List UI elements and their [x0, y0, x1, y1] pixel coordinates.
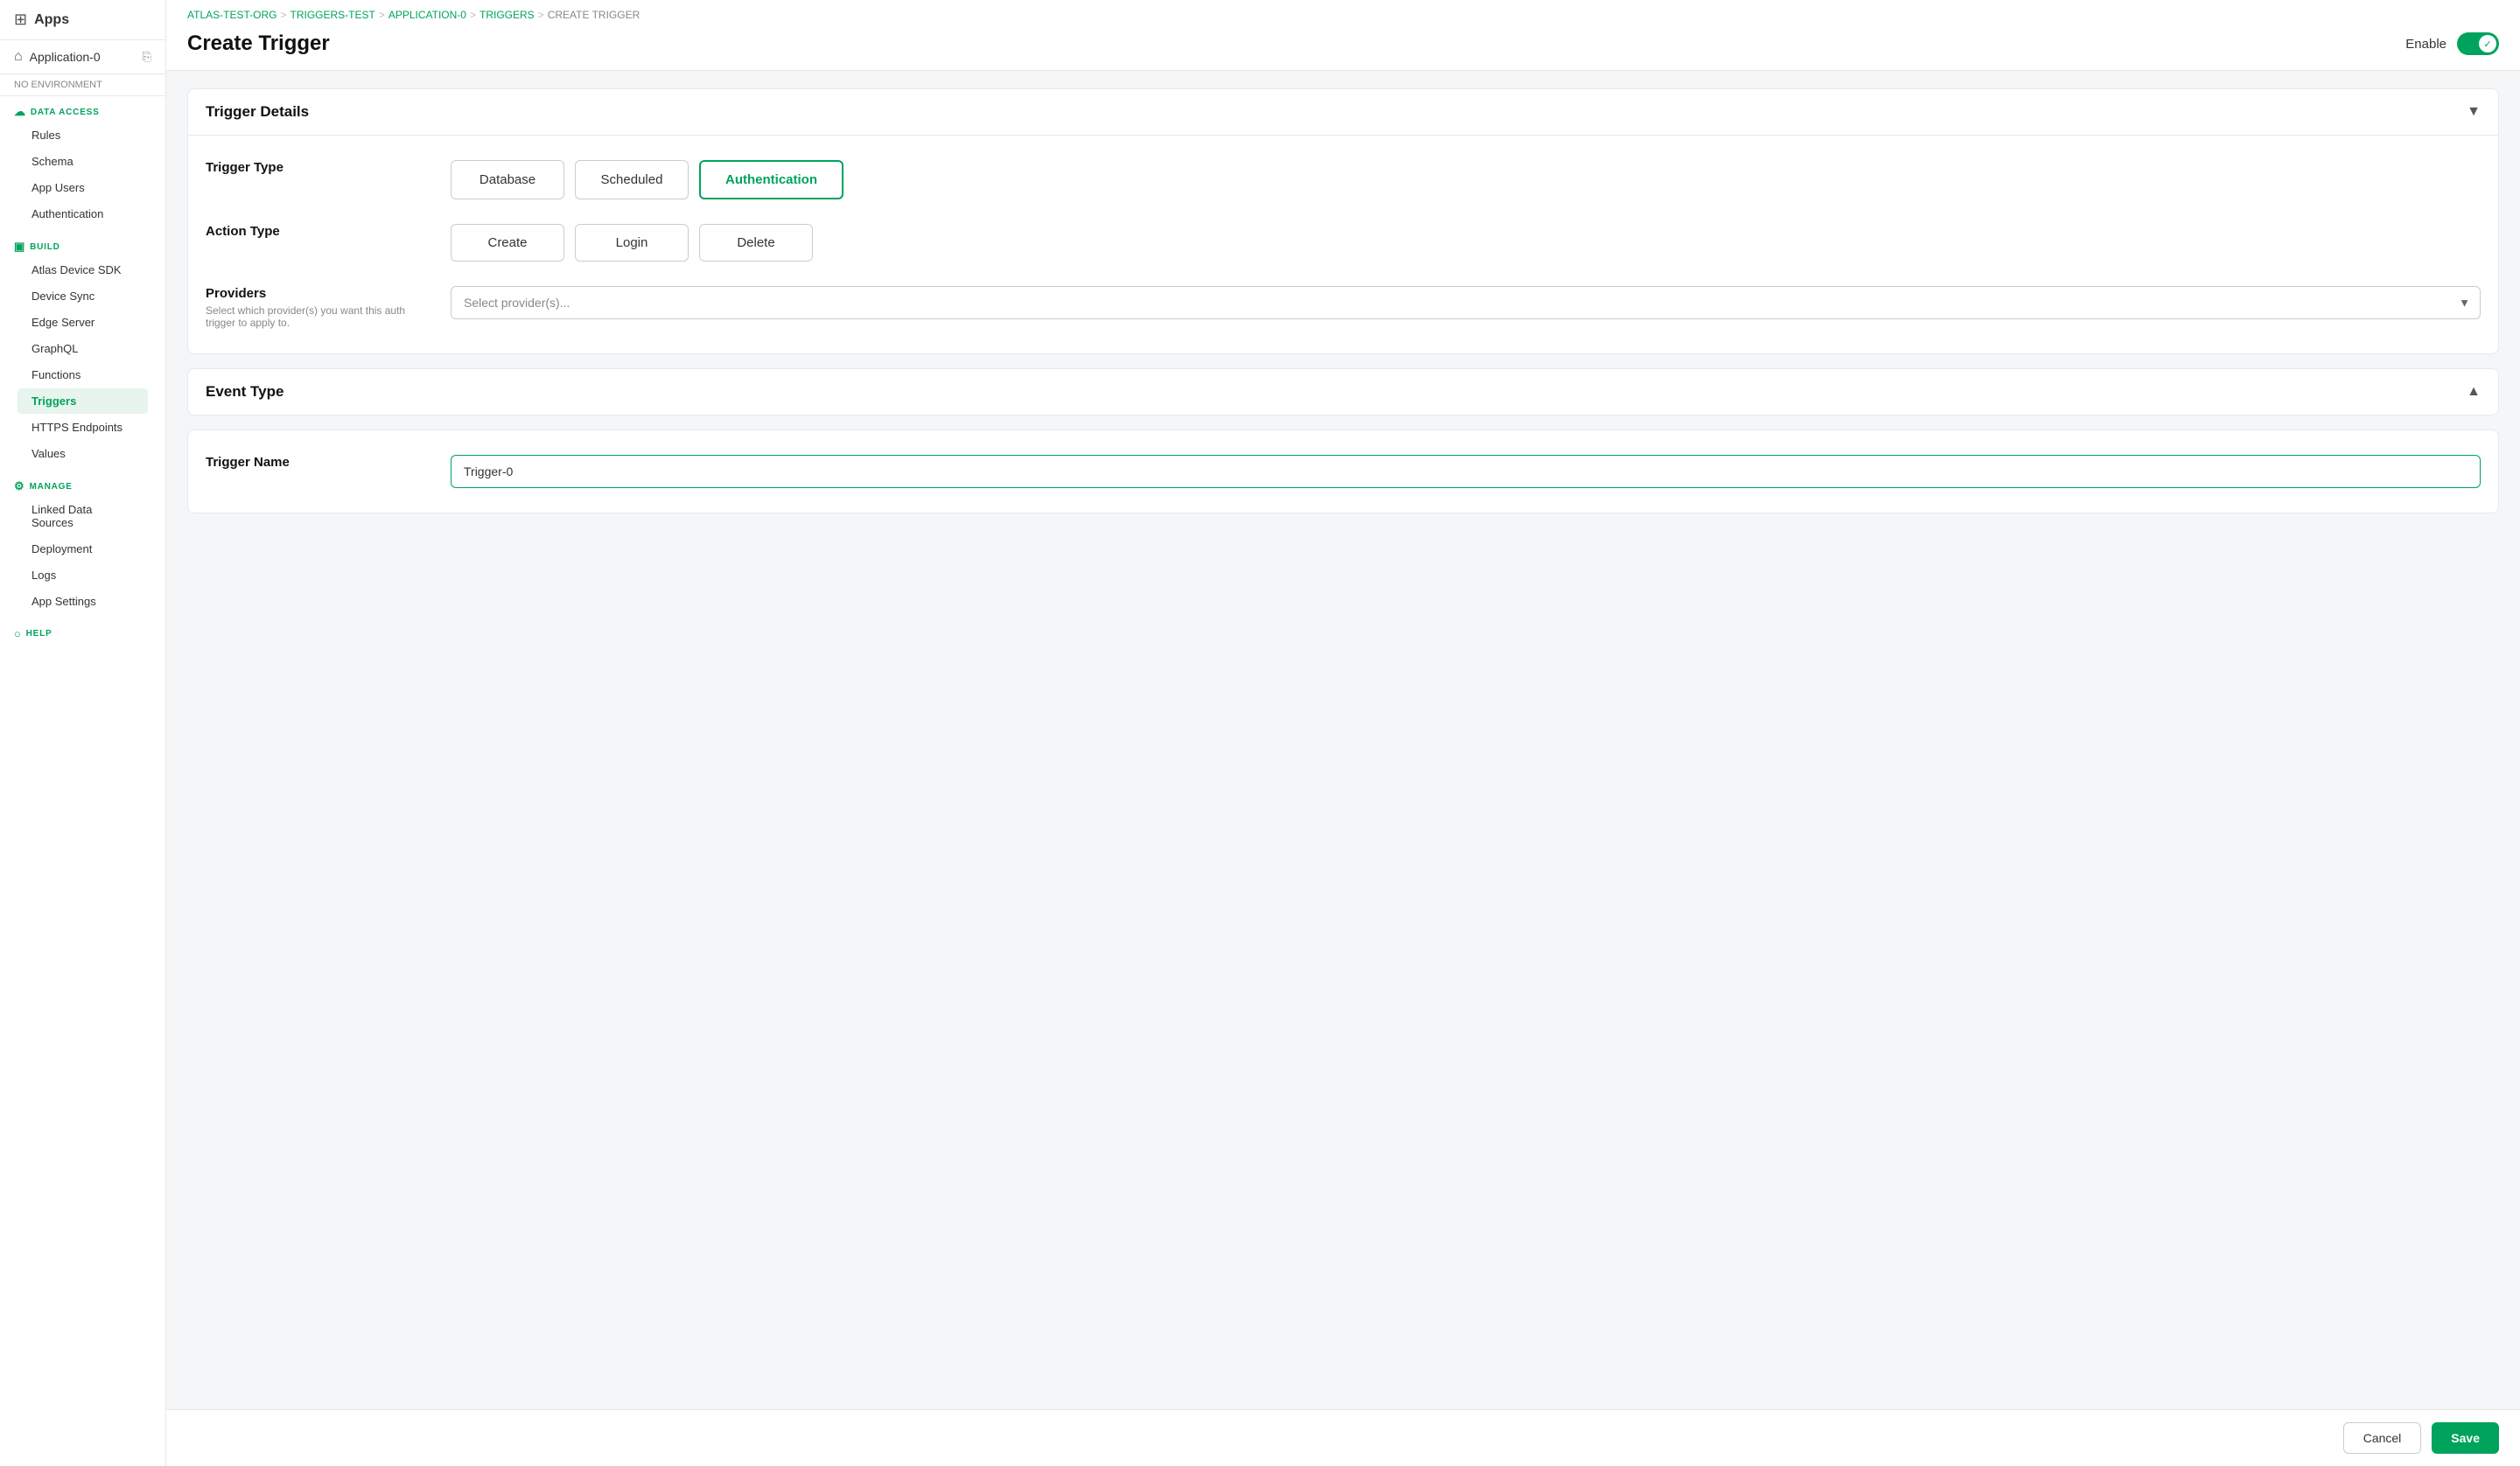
cloud-icon: ☁	[14, 105, 26, 119]
action-type-controls: Create Login Delete	[451, 224, 2481, 262]
breadcrumb-org[interactable]: ATLAS-TEST-ORG	[187, 9, 276, 21]
trigger-type-label-col: Trigger Type	[206, 160, 433, 175]
build-icon: ▣	[14, 240, 25, 254]
action-type-create-btn[interactable]: Create	[451, 224, 564, 262]
section-label-manage: ⚙ MANAGE	[14, 479, 151, 493]
sidebar-section-build: ▣ BUILD Atlas Device SDK Device Sync Edg…	[0, 231, 165, 471]
sidebar-item-edge-server[interactable]: Edge Server	[18, 310, 148, 335]
environment-label: NO ENVIRONMENT	[0, 74, 165, 96]
help-icon: ○	[14, 627, 22, 640]
sidebar-item-schema[interactable]: Schema	[18, 149, 148, 174]
providers-select[interactable]: Select provider(s)...	[451, 286, 2481, 319]
trigger-name-label-col: Trigger Name	[206, 455, 433, 470]
action-type-row: Action Type Create Login Delete	[206, 224, 2481, 262]
sidebar-item-deployment[interactable]: Deployment	[18, 536, 148, 562]
sidebar-item-linked-data-sources[interactable]: Linked Data Sources	[18, 497, 148, 535]
sidebar-item-rules[interactable]: Rules	[18, 122, 148, 148]
sidebar-item-app-users[interactable]: App Users	[18, 175, 148, 200]
section-label-build: ▣ BUILD	[14, 240, 151, 254]
action-type-label-col: Action Type	[206, 224, 433, 239]
sidebar-item-logs[interactable]: Logs	[18, 562, 148, 588]
action-type-login-btn[interactable]: Login	[575, 224, 689, 262]
section-label-data-access: ☁ DATA ACCESS	[14, 105, 151, 119]
action-type-delete-btn[interactable]: Delete	[699, 224, 813, 262]
event-type-title: Event Type	[206, 383, 284, 401]
copy-icon[interactable]: ⎘	[143, 50, 151, 64]
breadcrumb-app[interactable]: APPLICATION-0	[388, 9, 466, 21]
main-header: ATLAS-TEST-ORG > TRIGGERS-TEST > APPLICA…	[166, 0, 2520, 71]
sidebar-item-device-sync[interactable]: Device Sync	[18, 283, 148, 309]
trigger-details-header[interactable]: Trigger Details ▼	[188, 89, 2498, 136]
providers-control: Select provider(s)... ▼	[451, 286, 2481, 319]
apps-label[interactable]: Apps	[34, 12, 69, 28]
trigger-name-card: Trigger Name	[187, 429, 2499, 513]
event-type-header[interactable]: Event Type ▲	[188, 369, 2498, 415]
trigger-name-input[interactable]	[451, 455, 2481, 488]
save-button[interactable]: Save	[2432, 1422, 2499, 1454]
trigger-type-authentication-btn[interactable]: Authentication	[699, 160, 844, 199]
breadcrumb-app-group[interactable]: TRIGGERS-TEST	[290, 9, 374, 21]
sidebar-item-atlas-device-sdk[interactable]: Atlas Device SDK	[18, 257, 148, 283]
trigger-name-label: Trigger Name	[206, 455, 433, 470]
breadcrumb-sep2: >	[379, 9, 385, 21]
action-type-label: Action Type	[206, 224, 433, 239]
breadcrumb-sep1: >	[280, 9, 286, 21]
enable-toggle[interactable]: ✓	[2457, 32, 2499, 55]
providers-label-col: Providers Select which provider(s) you w…	[206, 286, 433, 329]
content-area: Trigger Details ▼ Trigger Type Database …	[166, 71, 2520, 1409]
trigger-name-body: Trigger Name	[188, 430, 2498, 513]
providers-sublabel: Select which provider(s) you want this a…	[206, 304, 433, 329]
sidebar-top: ⊞ Apps	[0, 0, 165, 40]
sidebar-item-authentication[interactable]: Authentication	[18, 201, 148, 227]
footer-bar: Cancel Save	[166, 1409, 2520, 1466]
trigger-details-body: Trigger Type Database Scheduled Authenti…	[188, 136, 2498, 353]
breadcrumb-current: CREATE TRIGGER	[548, 9, 640, 21]
trigger-type-row: Trigger Type Database Scheduled Authenti…	[206, 160, 2481, 199]
trigger-type-label: Trigger Type	[206, 160, 433, 175]
main-content: ATLAS-TEST-ORG > TRIGGERS-TEST > APPLICA…	[166, 0, 2520, 1466]
trigger-details-title: Trigger Details	[206, 103, 309, 121]
trigger-type-scheduled-btn[interactable]: Scheduled	[575, 160, 689, 199]
trigger-details-chevron: ▼	[2467, 104, 2481, 120]
apps-grid-icon: ⊞	[14, 10, 27, 29]
trigger-type-controls: Database Scheduled Authentication	[451, 160, 2481, 199]
app-name: Application-0	[30, 50, 101, 64]
sidebar-section-manage: ⚙ MANAGE Linked Data Sources Deployment …	[0, 471, 165, 618]
breadcrumb-sep4: >	[538, 9, 544, 21]
cancel-button[interactable]: Cancel	[2343, 1422, 2422, 1454]
sidebar-item-values[interactable]: Values	[18, 441, 148, 466]
sidebar-item-triggers[interactable]: Triggers	[18, 388, 148, 414]
enable-label: Enable	[2405, 37, 2446, 52]
breadcrumb-sep3: >	[470, 9, 476, 21]
providers-label: Providers	[206, 286, 433, 301]
sidebar-section-help: ○ HELP	[0, 618, 165, 647]
section-label-help: ○ HELP	[14, 627, 151, 640]
app-row[interactable]: ⌂ Application-0 ⎘	[0, 40, 165, 74]
providers-select-wrapper: Select provider(s)... ▼	[451, 286, 2481, 319]
event-type-chevron: ▲	[2467, 384, 2481, 400]
page-title: Create Trigger	[187, 31, 330, 56]
trigger-type-database-btn[interactable]: Database	[451, 160, 564, 199]
home-icon: ⌂	[14, 49, 23, 65]
trigger-name-control	[451, 455, 2481, 488]
sidebar-item-app-settings[interactable]: App Settings	[18, 589, 148, 614]
sidebar-item-graphql[interactable]: GraphQL	[18, 336, 148, 361]
toggle-knob: ✓	[2479, 35, 2496, 52]
sidebar-item-https-endpoints[interactable]: HTTPS Endpoints	[18, 415, 148, 440]
trigger-details-card: Trigger Details ▼ Trigger Type Database …	[187, 88, 2499, 354]
sidebar-section-data-access: ☁ DATA ACCESS Rules Schema App Users Aut…	[0, 96, 165, 231]
providers-row: Providers Select which provider(s) you w…	[206, 286, 2481, 329]
breadcrumb-triggers[interactable]: TRIGGERS	[480, 9, 535, 21]
page-title-row: Create Trigger Enable ✓	[187, 24, 2499, 70]
trigger-name-row: Trigger Name	[206, 455, 2481, 488]
sidebar-item-functions[interactable]: Functions	[18, 362, 148, 387]
sidebar: ⊞ Apps ⌂ Application-0 ⎘ NO ENVIRONMENT …	[0, 0, 166, 1466]
enable-row: Enable ✓	[2405, 32, 2499, 55]
event-type-card: Event Type ▲	[187, 368, 2499, 415]
gear-icon: ⚙	[14, 479, 24, 493]
breadcrumb: ATLAS-TEST-ORG > TRIGGERS-TEST > APPLICA…	[187, 0, 2499, 24]
